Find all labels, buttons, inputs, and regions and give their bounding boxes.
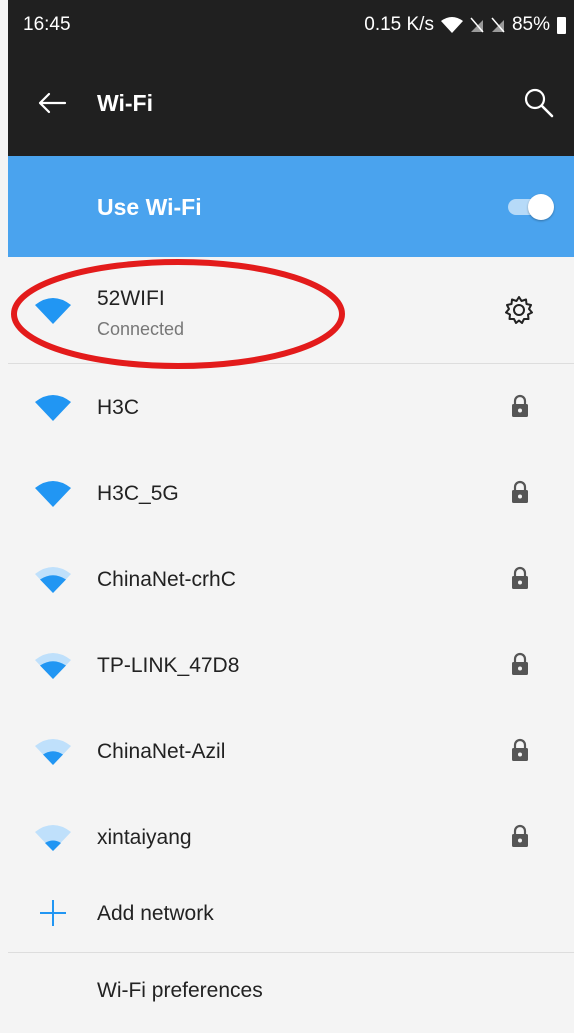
switch-thumb — [528, 194, 554, 220]
wifi-toggle-switch[interactable] — [508, 194, 554, 220]
search-icon[interactable] — [522, 86, 556, 120]
network-name: ChinaNet-Azil — [97, 740, 226, 763]
use-wifi-row[interactable]: Use Wi-Fi — [8, 156, 574, 257]
red-circle-annotation — [11, 259, 345, 369]
network-row[interactable]: H3C — [8, 364, 574, 450]
app-bar: Wi-Fi — [8, 50, 574, 156]
lock-icon — [512, 480, 528, 503]
add-network-label: Add network — [97, 902, 214, 925]
no-sim-icon-2 — [491, 17, 505, 33]
lock-icon — [512, 738, 528, 761]
add-network-row[interactable]: Add network — [8, 880, 574, 953]
wifi-signal-medium-icon — [35, 653, 71, 679]
wifi-preferences-row[interactable]: Wi-Fi preferences — [8, 953, 574, 1033]
status-bar: 16:45 0.15 K/s 85% — [8, 0, 574, 50]
wifi-signal-low-icon — [35, 825, 71, 851]
no-sim-icon — [470, 17, 484, 33]
network-name: H3C_5G — [97, 482, 179, 505]
wifi-signal-full-icon — [35, 481, 71, 507]
wifi-preferences-label: Wi-Fi preferences — [97, 979, 263, 1002]
wifi-signal-medium-icon — [35, 567, 71, 593]
network-row[interactable]: xintaiyang — [8, 794, 574, 880]
use-wifi-label: Use Wi-Fi — [97, 194, 202, 220]
wifi-status-icon — [440, 17, 463, 33]
lock-icon — [512, 824, 528, 847]
network-row[interactable]: ChinaNet-crhC — [8, 536, 574, 622]
back-arrow-icon[interactable] — [35, 86, 69, 120]
battery-icon — [557, 16, 566, 34]
wifi-signal-full-icon — [35, 395, 71, 421]
status-right-group: 0.15 K/s 85% — [364, 14, 566, 36]
lock-icon — [512, 566, 528, 589]
network-row[interactable]: H3C_5G — [8, 450, 574, 536]
plus-icon — [40, 900, 66, 926]
lock-icon — [512, 394, 528, 417]
network-name: ChinaNet-crhC — [97, 568, 236, 591]
network-speed: 0.15 K/s — [364, 14, 434, 35]
network-name: TP-LINK_47D8 — [97, 654, 240, 677]
wifi-signal-low-icon — [35, 739, 71, 765]
network-row[interactable]: ChinaNet-Azil — [8, 708, 574, 794]
gear-icon[interactable] — [504, 295, 534, 325]
network-name: xintaiyang — [97, 826, 192, 849]
network-list: 52WIFI Connected H3C H3C_5G ChinaNet-crh… — [8, 257, 574, 1033]
network-row[interactable]: TP-LINK_47D8 — [8, 622, 574, 708]
status-time: 16:45 — [23, 14, 71, 35]
battery-percent: 85% — [511, 14, 550, 35]
lock-icon — [512, 652, 528, 675]
page-title: Wi-Fi — [97, 90, 153, 116]
network-name: H3C — [97, 396, 140, 419]
